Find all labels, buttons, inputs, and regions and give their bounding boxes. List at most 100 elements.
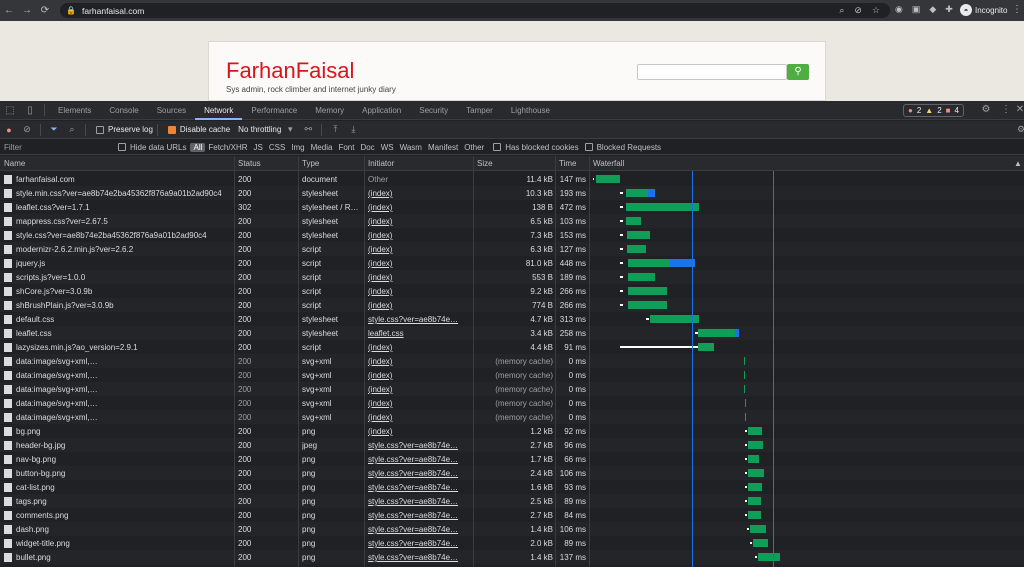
request-initiator[interactable]: (index): [368, 273, 472, 282]
profile-button[interactable]: ◓ Incognito: [960, 4, 1007, 16]
request-initiator[interactable]: style.css?ver=ae8b74e…: [368, 469, 472, 478]
import-har-icon[interactable]: ⤒: [326, 124, 344, 135]
tab-elements[interactable]: Elements: [49, 101, 100, 120]
column-header-name[interactable]: Name: [4, 159, 25, 168]
filter-type-wasm[interactable]: Wasm: [397, 143, 425, 152]
request-initiator[interactable]: (index): [368, 357, 472, 366]
filter-type-ws[interactable]: WS: [378, 143, 397, 152]
request-initiator[interactable]: (index): [368, 399, 472, 408]
network-settings-gear-icon[interactable]: ⚙: [1012, 124, 1024, 135]
filter-input[interactable]: Filter: [0, 141, 112, 154]
request-initiator[interactable]: style.css?ver=ae8b74e…: [368, 553, 472, 562]
table-row[interactable]: nav-bg.png 200 png style.css?ver=ae8b74e… 1.…: [0, 452, 1024, 466]
tab-network[interactable]: Network: [195, 101, 243, 120]
filter-type-css[interactable]: CSS: [266, 143, 288, 152]
table-row[interactable]: mappress.css?ver=2.67.5 200 stylesheet (ind…: [0, 214, 1024, 228]
request-initiator[interactable]: (index): [368, 231, 472, 240]
request-initiator[interactable]: (index): [368, 189, 472, 198]
table-row[interactable]: farhanfaisal.com 200 document Other 11.4 kB 1…: [0, 172, 1024, 186]
tab-tamper[interactable]: Tamper: [457, 101, 502, 120]
request-initiator[interactable]: (index): [368, 217, 472, 226]
eye-off-icon[interactable]: ⊘: [854, 5, 862, 16]
table-row[interactable]: scripts.js?ver=1.0.0 200 script (index) 553 …: [0, 270, 1024, 284]
request-initiator[interactable]: style.css?ver=ae8b74e…: [368, 441, 472, 450]
table-row[interactable]: header-bg.jpg 200 jpeg style.css?ver=ae8b74…: [0, 438, 1024, 452]
table-row[interactable]: button-bg.png 200 png style.css?ver=ae8b74e…: [0, 466, 1024, 480]
request-initiator[interactable]: (index): [368, 287, 472, 296]
request-initiator[interactable]: (index): [368, 413, 472, 422]
device-toolbar-icon[interactable]: ▯: [20, 105, 40, 116]
forward-arrow-icon[interactable]: →: [18, 5, 36, 16]
tab-console[interactable]: Console: [100, 101, 147, 120]
issues-counter[interactable]: ● 2 ▲ 2 ■ 4: [903, 104, 964, 117]
table-row[interactable]: data:image/svg+xml,… 200 svg+xml (index) (me…: [0, 410, 1024, 424]
filter-type-other[interactable]: Other: [461, 143, 487, 152]
request-initiator[interactable]: (index): [368, 343, 472, 352]
request-initiator[interactable]: style.css?ver=ae8b74e…: [368, 315, 472, 324]
tab-performance[interactable]: Performance: [242, 101, 306, 120]
column-header-initiator[interactable]: Initiator: [368, 159, 394, 168]
table-row[interactable]: style.css?ver=ae8b74e2ba45362f876a9a01b2…: [0, 228, 1024, 242]
network-conditions-icon[interactable]: ⚯: [299, 124, 317, 135]
has-blocked-cookies-checkbox[interactable]: [493, 143, 502, 151]
column-header-type[interactable]: Type: [302, 159, 319, 168]
extension-icon[interactable]: ◉: [895, 4, 903, 15]
table-row[interactable]: jquery.js 200 script (index) 81.0 kB 448 ms: [0, 256, 1024, 270]
table-row[interactable]: data:image/svg+xml,… 200 svg+xml (index) (me…: [0, 382, 1024, 396]
inspect-element-icon[interactable]: ⬚: [0, 105, 20, 116]
export-har-icon[interactable]: ⤓: [344, 124, 362, 135]
browser-menu-icon[interactable]: ⋮: [1012, 4, 1022, 15]
filter-type-font[interactable]: Font: [335, 143, 357, 152]
table-row[interactable]: leaflet.css 200 stylesheet leaflet.css 3.4 k…: [0, 326, 1024, 340]
table-row[interactable]: shCore.js?ver=3.0.9b 200 script (index) 9.2 …: [0, 284, 1024, 298]
extension-icon[interactable]: ◆: [929, 4, 936, 15]
request-initiator[interactable]: (index): [368, 371, 472, 380]
column-header-status[interactable]: Status: [238, 159, 261, 168]
table-row[interactable]: comments.png 200 png style.css?ver=ae8b74e……: [0, 508, 1024, 522]
request-initiator[interactable]: style.css?ver=ae8b74e…: [368, 483, 472, 492]
table-row[interactable]: data:image/svg+xml,… 200 svg+xml (index) (me…: [0, 368, 1024, 382]
filter-type-doc[interactable]: Doc: [357, 143, 377, 152]
table-row[interactable]: cat-list.png 200 png style.css?ver=ae8b74e……: [0, 480, 1024, 494]
filter-type-js[interactable]: JS: [251, 143, 266, 152]
extensions-puzzle-icon[interactable]: ✚: [945, 4, 953, 15]
request-initiator[interactable]: style.css?ver=ae8b74e…: [368, 497, 472, 506]
disable-cache-checkbox[interactable]: [167, 125, 176, 134]
request-initiator[interactable]: (index): [368, 427, 472, 436]
search-icon[interactable]: ⌕: [63, 124, 81, 135]
table-row[interactable]: style.min.css?ver=ae8b74e2ba45362f876a9a…: [0, 186, 1024, 200]
request-initiator[interactable]: style.css?ver=ae8b74e…: [368, 525, 472, 534]
column-header-time[interactable]: Time: [559, 159, 576, 168]
blocked-requests-checkbox[interactable]: [584, 143, 593, 151]
hide-data-urls-checkbox[interactable]: [118, 143, 126, 151]
request-initiator[interactable]: leaflet.css: [368, 329, 472, 338]
request-initiator[interactable]: (index): [368, 259, 472, 268]
extension-icon[interactable]: ▣: [912, 4, 921, 15]
request-initiator[interactable]: style.css?ver=ae8b74e…: [368, 455, 472, 464]
request-initiator[interactable]: style.css?ver=ae8b74e…: [368, 539, 472, 548]
table-row[interactable]: widget-title.png 200 png style.css?ver=ae8b…: [0, 536, 1024, 550]
table-row[interactable]: dash.png 200 png style.css?ver=ae8b74e… 1.4 …: [0, 522, 1024, 536]
table-row[interactable]: bullet.png 200 png style.css?ver=ae8b74e… 1.…: [0, 550, 1024, 564]
site-search-input[interactable]: [637, 64, 787, 80]
request-initiator[interactable]: (index): [368, 203, 472, 212]
throttling-select[interactable]: No throttling: [238, 125, 281, 134]
bookmark-star-icon[interactable]: ☆: [872, 5, 880, 16]
table-row[interactable]: leaflet.css?ver=1.7.1 302 stylesheet / R… (…: [0, 200, 1024, 214]
tab-memory[interactable]: Memory: [306, 101, 353, 120]
close-devtools-icon[interactable]: ✕: [1010, 104, 1024, 115]
tab-application[interactable]: Application: [353, 101, 410, 120]
filter-type-fetchxhr[interactable]: Fetch/XHR: [205, 143, 250, 152]
filter-type-img[interactable]: Img: [288, 143, 307, 152]
clear-icon[interactable]: ⊘: [18, 124, 36, 135]
tab-security[interactable]: Security: [410, 101, 457, 120]
reload-icon[interactable]: ⟳: [36, 5, 54, 16]
chevron-down-icon[interactable]: ▾: [281, 124, 299, 135]
table-row[interactable]: data:image/svg+xml,… 200 svg+xml (index) (me…: [0, 354, 1024, 368]
table-row[interactable]: data:image/svg+xml,… 200 svg+xml (index) (me…: [0, 396, 1024, 410]
column-header-waterfall[interactable]: Waterfall: [593, 159, 624, 168]
filter-type-all[interactable]: All: [190, 142, 206, 152]
site-title[interactable]: FarhanFaisal: [226, 58, 354, 84]
request-initiator[interactable]: (index): [368, 385, 472, 394]
record-icon[interactable]: ●: [0, 125, 18, 135]
